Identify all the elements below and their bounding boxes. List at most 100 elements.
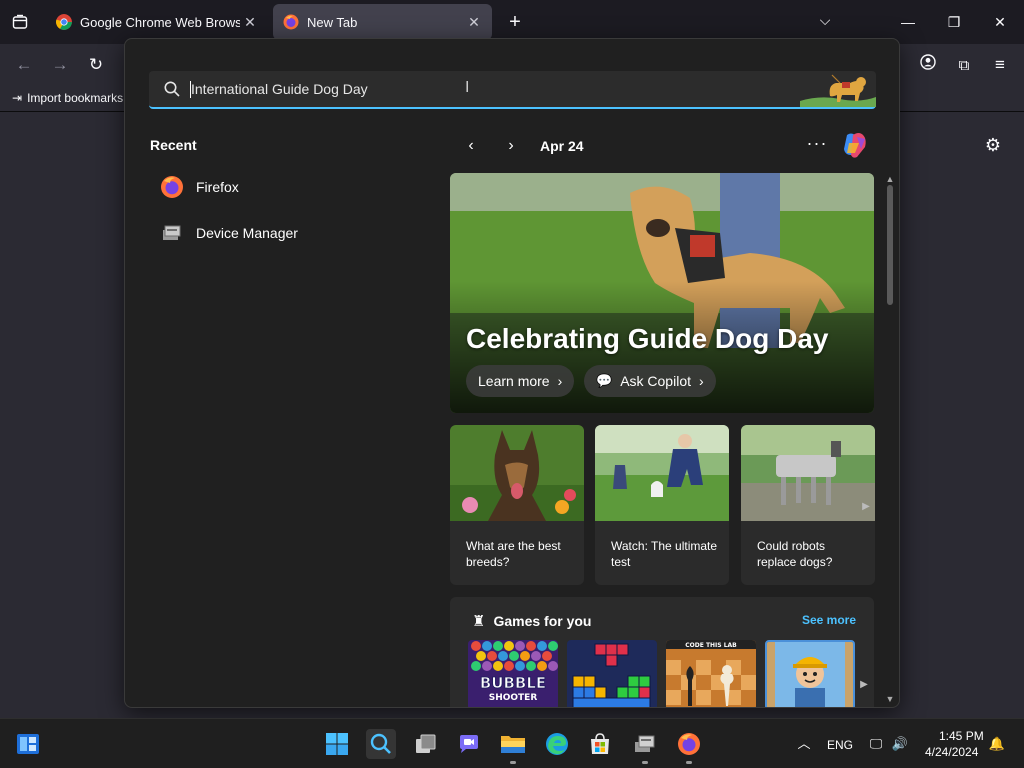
more-options-button[interactable]: ··· (806, 133, 828, 157)
ellipsis-icon: ··· (806, 133, 828, 153)
ask-copilot-button[interactable]: 💬 Ask Copilot › (584, 365, 716, 397)
device-manager-icon (163, 225, 181, 240)
games-title: Games for you (493, 613, 592, 629)
start-button[interactable] (323, 730, 351, 758)
scroll-up-icon[interactable]: ▲ (884, 173, 896, 185)
recent-item-device-manager[interactable]: Device Manager (160, 219, 298, 247)
firefox-icon (678, 733, 700, 755)
game-tile-block-puzzle[interactable] (567, 640, 657, 707)
card-ultimate-test[interactable]: Watch: The ultimate test (595, 425, 729, 585)
edge-icon (546, 733, 568, 755)
hero-title: Celebrating Guide Dog Day (466, 323, 829, 354)
game-tile-bubble-shooter[interactable]: BUBBLE SHOOTER (468, 640, 558, 707)
clock-time[interactable]: 1:45 PM (939, 729, 984, 743)
next-day-button[interactable]: › (500, 135, 522, 157)
new-tab-button[interactable]: + (503, 10, 527, 34)
file-explorer-button[interactable] (499, 730, 527, 758)
page-settings-button[interactable]: ⚙ (982, 134, 1004, 156)
recent-item-firefox[interactable]: Firefox (160, 173, 239, 201)
gear-icon: ⚙ (984, 135, 1002, 155)
firefox-view-button[interactable] (6, 9, 34, 35)
chevron-left-icon: ‹ (468, 137, 474, 154)
video-chat-icon (460, 735, 478, 753)
account-button[interactable] (915, 52, 941, 78)
tab-title: New Tab (307, 14, 358, 30)
volume-button[interactable]: 🔊 (891, 736, 909, 752)
widgets-button[interactable] (14, 730, 42, 758)
search-input[interactable]: International Guide Dog Day I (149, 71, 876, 109)
firefox-icon (283, 14, 299, 30)
scrollbar-thumb[interactable] (887, 185, 893, 305)
learn-more-button[interactable]: Learn more › (466, 365, 575, 397)
game-tile-chess[interactable]: CODE THIS LAB (666, 640, 756, 707)
games-section: ♜ Games for you See more BUBBLE SHOOTER (450, 597, 874, 707)
task-view-icon (416, 734, 436, 753)
edge-button[interactable] (543, 730, 571, 758)
caret-right-icon: ▶ (862, 501, 870, 512)
microsoft-store-button[interactable] (586, 730, 614, 758)
windows-logo-icon (326, 733, 348, 755)
highlight-date: Apr 24 (540, 138, 584, 154)
extensions-button[interactable]: ⧉ (951, 52, 977, 78)
forward-button[interactable]: → (47, 52, 73, 78)
meet-chat-button[interactable] (455, 730, 483, 758)
back-button[interactable]: ← (11, 52, 37, 78)
device-manager-icon (635, 735, 655, 752)
running-indicator (510, 761, 516, 764)
close-window-button[interactable]: ✕ (988, 10, 1012, 34)
show-hidden-icons-button[interactable]: ︿ (795, 736, 813, 752)
minimize-button[interactable]: — (896, 10, 920, 34)
card-best-breeds[interactable]: What are the best breeds? (450, 425, 584, 585)
network-icon: 🖵 (869, 736, 883, 751)
tab-chrome[interactable]: Google Chrome Web Browser ✕ (46, 4, 268, 40)
close-icon[interactable]: ✕ (240, 14, 260, 31)
chrome-icon (56, 14, 72, 30)
list-all-tabs-button[interactable]: ⌵ (815, 12, 835, 32)
learn-more-label: Learn more (478, 373, 550, 389)
arrow-left-icon: ← (15, 55, 33, 74)
cards-scroll-right-button[interactable]: ▶ (860, 497, 872, 517)
previous-day-button[interactable]: ‹ (460, 135, 482, 157)
plus-icon: + (509, 11, 521, 33)
recent-item-label: Device Manager (196, 225, 298, 241)
card-robots[interactable]: Could robots replace dogs? (741, 425, 875, 585)
search-button[interactable] (366, 729, 396, 759)
app-menu-button[interactable]: ≡ (987, 52, 1013, 78)
hero-card[interactable]: Celebrating Guide Dog Day Learn more › 💬… (450, 173, 874, 413)
notifications-button[interactable]: 🔔 (988, 736, 1006, 752)
widgets-icon (17, 734, 39, 754)
german-shepherd-photo (450, 425, 584, 521)
scroll-down-icon[interactable]: ▼ (884, 693, 896, 705)
restore-button[interactable]: ❐ (942, 10, 966, 34)
clock-date[interactable]: 4/24/2024 (925, 745, 978, 759)
recent-heading: Recent (150, 137, 197, 153)
task-view-button[interactable] (412, 730, 440, 758)
tab-title: Google Chrome Web Browser (80, 14, 240, 30)
copilot-icon[interactable] (839, 129, 871, 161)
bubble-shooter-thumbnail: BUBBLE SHOOTER (468, 640, 558, 707)
tab-new-tab[interactable]: New Tab ✕ (273, 4, 492, 40)
card-title: Watch: The ultimate test (611, 539, 718, 569)
input-language[interactable]: ENG (827, 738, 853, 752)
puzzle-icon: ⧉ (958, 57, 970, 74)
code-this-lab-label: CODE THIS LAB (685, 642, 737, 649)
game-tile-construction[interactable] (765, 640, 855, 707)
reload-icon: ↻ (88, 55, 104, 74)
date-navigation: ‹ › Apr 24 (460, 135, 584, 157)
arrow-right-icon: → (51, 55, 69, 74)
import-bookmarks-button[interactable]: ⇥ Import bookmarks... (12, 91, 133, 105)
running-indicator (642, 761, 648, 764)
caret-right-icon: ▶ (860, 679, 868, 690)
device-manager-taskbar-button[interactable] (631, 730, 659, 758)
close-icon[interactable]: ✕ (464, 14, 484, 31)
reload-button[interactable]: ↻ (83, 52, 109, 78)
content-scrollbar[interactable]: ▲ ▼ (882, 173, 896, 705)
network-button[interactable]: 🖵 (867, 736, 885, 752)
see-more-link[interactable]: See more (802, 613, 856, 627)
bubble-logo-line2: SHOOTER (489, 693, 538, 703)
block-puzzle-thumbnail (567, 640, 657, 707)
chat-bubble-icon: 💬 (596, 373, 613, 388)
games-heading: ♜ Games for you (472, 612, 591, 630)
games-scroll-right-button[interactable]: ▶ (858, 675, 870, 695)
firefox-taskbar-button[interactable] (675, 730, 703, 758)
